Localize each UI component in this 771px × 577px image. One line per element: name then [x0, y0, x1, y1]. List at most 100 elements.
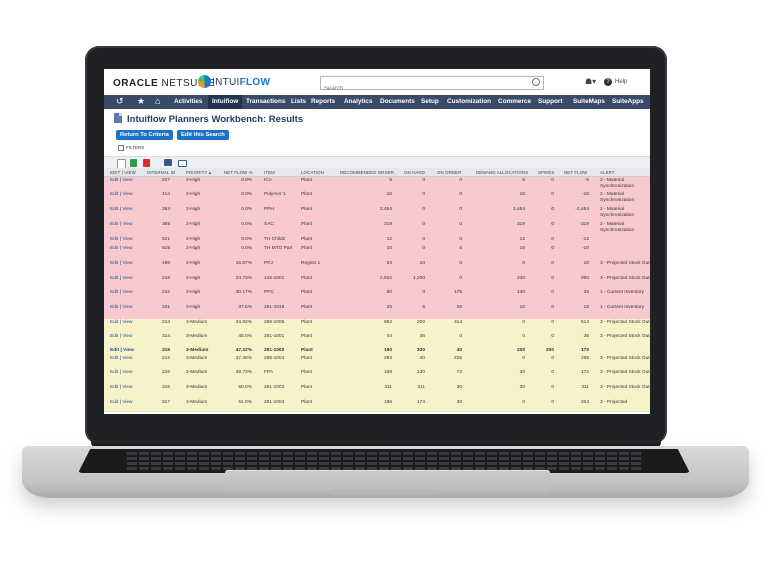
view-link[interactable]: View [122, 370, 132, 375]
cell-net-flow: 170 [580, 348, 589, 353]
nav-intuiflow[interactable]: Intuiflow [208, 95, 243, 109]
cell-internal-id: 384 [161, 207, 170, 212]
cell-alert: 3 - Projected Stock Out [600, 370, 650, 375]
col-alert[interactable]: ALERT [600, 170, 615, 175]
view-link[interactable]: View [122, 320, 132, 325]
cell-item: Polymer 1 [264, 192, 286, 197]
cell-item: ICA [264, 178, 272, 183]
intuiflow-mark-icon [198, 75, 211, 88]
cell-priority: 2-High [186, 222, 201, 227]
col-spikes[interactable]: SPIKES [538, 170, 554, 175]
search-icon[interactable] [532, 78, 540, 86]
nav-reports[interactable]: Reports [311, 98, 335, 105]
main-nav: ↺ ★ ⌂ Activities Intuiflow Transactions … [104, 95, 650, 109]
view-link[interactable]: View [122, 356, 132, 361]
nav-activities[interactable]: Activities [174, 98, 202, 105]
cell-recommended-order: 10 [386, 192, 392, 197]
cell-net-flow: 960 [580, 276, 589, 281]
view-link[interactable]: View [122, 246, 132, 251]
edit-search-button[interactable]: Edit this Search [177, 130, 229, 140]
nav-analytics[interactable]: Analytics [344, 98, 372, 105]
cell-on-order: 30 [456, 385, 462, 390]
col-internal-id[interactable]: INTERNAL ID [147, 170, 175, 175]
view-link[interactable]: View [122, 222, 132, 227]
cell-spikes: 0 [551, 192, 554, 197]
help-link[interactable]: ? Help [604, 78, 627, 86]
table-row: Edit | View 212 3-Medium 47.49% 266-1004 Plan… [104, 355, 650, 370]
home-icon[interactable]: ⌂ [155, 96, 160, 106]
col-net-flow[interactable]: NET FLOW [564, 170, 587, 175]
edit-view-links: Edit | View [110, 237, 133, 243]
nav-commerce[interactable]: Commerce [498, 98, 531, 105]
view-link[interactable]: View [122, 261, 132, 266]
email-icon[interactable] [178, 160, 187, 167]
cell-internal-id: 227 [161, 178, 170, 183]
view-link[interactable]: View [122, 305, 132, 310]
cell-net-flow: -10 [582, 192, 589, 197]
cell-priority: 2-High [186, 261, 201, 266]
cell-internal-id: 369 [161, 222, 170, 227]
cell-priority: 2-High [186, 276, 201, 281]
col-net-flow-pct[interactable]: NET FLOW % [224, 170, 253, 175]
cell-item: FPA [264, 370, 273, 375]
cell-on-hand: 174 [416, 400, 425, 405]
col-demand-allocations[interactable]: DEMAND ALLOCATIONS [476, 170, 528, 175]
view-link[interactable]: View [122, 178, 132, 183]
cell-demand-allocations: 10 [519, 305, 525, 310]
nav-customization[interactable]: Customization [447, 98, 491, 105]
cell-internal-id: 331 [161, 305, 170, 310]
edit-view-links: Edit | View [110, 222, 133, 228]
col-item[interactable]: ITEM [264, 170, 275, 175]
view-link[interactable]: View [123, 348, 134, 353]
excel-export-icon[interactable] [130, 159, 137, 167]
table-row: Edit | View 369 2-High 0.0% SAC Plant 319 0 0 319… [104, 221, 650, 237]
cell-on-hand: 0 [422, 246, 425, 251]
view-link[interactable]: View [122, 290, 132, 295]
pdf-export-icon[interactable] [143, 159, 150, 167]
nav-support[interactable]: Support [538, 98, 563, 105]
nav-suitemaps[interactable]: SuiteMaps [573, 98, 605, 105]
cell-priority: 2-High [186, 237, 201, 242]
col-on-order[interactable]: ON ORDER [437, 170, 461, 175]
table-row: Edit | View 219 2-High 24.73% 425-1001 Plant 2… [104, 275, 650, 290]
cell-demand-allocations: 240 [516, 276, 525, 281]
table-row: Edit | View 227 2-High 0.0% ICA Plant 5 0 0 5 0 -5 2… [104, 177, 650, 192]
search-input[interactable] [321, 84, 527, 94]
cell-net-flow-pct: 45.0% [238, 334, 252, 339]
recent-icon[interactable]: ↺ [116, 96, 124, 107]
global-search[interactable] [320, 76, 544, 94]
nav-suiteapps[interactable]: SuiteApps [612, 98, 644, 105]
cell-item: 201-1004 [264, 400, 285, 405]
nav-transactions[interactable]: Transactions [246, 98, 285, 105]
table-row: Edit | View 242 2-High 30.17% PPC Plant 80 0 175… [104, 289, 650, 305]
view-link[interactable]: View [122, 400, 132, 405]
nav-setup[interactable]: Setup [421, 98, 439, 105]
nav-lists[interactable]: Lists [291, 98, 306, 105]
view-link[interactable]: View [122, 334, 132, 339]
view-link[interactable]: View [122, 385, 132, 390]
view-link[interactable]: View [122, 237, 132, 242]
favorites-star-icon[interactable]: ★ [137, 96, 145, 107]
cell-on-order: 0 [459, 178, 462, 183]
cell-spikes: 0 [551, 290, 554, 295]
user-menu-icon[interactable]: ☗▾ [585, 77, 596, 86]
view-link[interactable]: View [122, 276, 132, 281]
cell-priority: 3-High [186, 305, 201, 310]
cell-on-hand: 0 [422, 290, 425, 295]
edit-link[interactable]: Edit [110, 348, 119, 353]
print-icon[interactable] [164, 159, 172, 166]
view-link[interactable]: View [122, 192, 132, 197]
cell-spikes: 0 [551, 207, 554, 212]
cell-location: Plant [301, 385, 312, 390]
col-priority[interactable]: PRIORITY ▴ [186, 170, 211, 176]
cell-net-flow: -2,464 [575, 207, 589, 212]
view-link[interactable]: View [122, 207, 132, 212]
col-on-hand[interactable]: ON HAND [404, 170, 425, 175]
col-location[interactable]: LOCATION [301, 170, 324, 175]
col-recommended-order[interactable]: RECOMMENDED ORDER [340, 170, 394, 175]
table-row: Edit | View 317 3-Medium 51.0% 201-1004 Plant… [104, 399, 650, 412]
nav-documents[interactable]: Documents [380, 98, 415, 105]
return-to-criteria-button[interactable]: Return To Criteria [116, 130, 173, 140]
filters-toggle[interactable]: FILTERS [118, 145, 144, 151]
cell-item: 266-1004 [264, 356, 285, 361]
